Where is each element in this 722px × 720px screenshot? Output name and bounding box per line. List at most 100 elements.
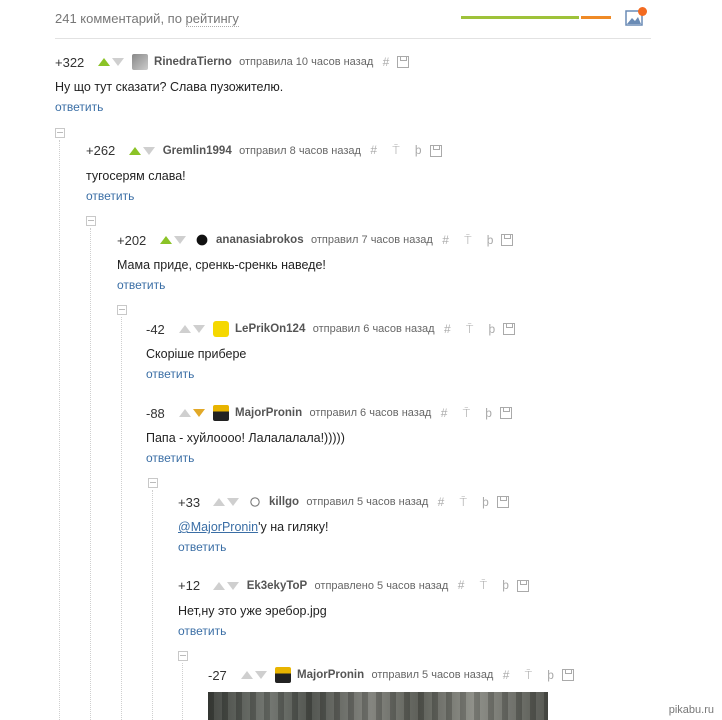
thread-line xyxy=(182,663,183,720)
comment-header: +262 Gremlin1994 отправил 8 часов назад … xyxy=(86,143,442,161)
comment: -88 MajorPronin отправил 6 часов назад #… xyxy=(146,405,512,465)
comment-text: тугосерям слава! xyxy=(86,169,186,183)
comment-author[interactable]: MajorPronin xyxy=(235,407,302,419)
vote-down-icon[interactable] xyxy=(193,325,206,333)
reply-link[interactable]: ответить xyxy=(178,624,529,638)
vote-up-icon[interactable] xyxy=(98,58,111,66)
save-icon[interactable] xyxy=(501,234,514,246)
comments-count-label: 241 комментарий, по xyxy=(55,11,186,26)
comment-image[interactable] xyxy=(208,692,548,720)
avatar[interactable] xyxy=(131,54,148,70)
reply-link[interactable]: ответить xyxy=(146,367,515,381)
comment-rating: +322 xyxy=(55,54,85,70)
comment-tools-icons[interactable]: # ⍑ ϸ xyxy=(503,668,560,683)
collapse-toggle[interactable] xyxy=(178,651,188,661)
comment-rating: -42 xyxy=(146,321,165,337)
comment-meta: отправил 8 часов назад xyxy=(239,144,361,157)
reply-link[interactable]: ответить xyxy=(178,540,509,554)
comment-tools-icons[interactable]: # ⍑ ϸ xyxy=(458,578,515,593)
save-icon[interactable] xyxy=(499,407,512,419)
comment-header: +12 Ek3ekyToP отправлено 5 часов назад #… xyxy=(178,578,529,596)
comment-author[interactable]: Gremlin1994 xyxy=(163,145,232,157)
vote-up-icon[interactable] xyxy=(241,671,254,679)
comment-tools-icons[interactable]: # ⍑ ϸ xyxy=(438,495,495,510)
comment-author[interactable]: LePrikOn124 xyxy=(235,323,305,335)
collapse-toggle[interactable] xyxy=(148,478,158,488)
reply-link[interactable]: ответить xyxy=(86,189,442,203)
vote-down-icon[interactable] xyxy=(227,498,240,506)
comments-count: 241 комментарий, по рейтингу xyxy=(55,11,239,27)
comment-link-icon[interactable]: # xyxy=(383,55,396,69)
comment: +33 killgo отправил 5 часов назад # ⍑ ϸ … xyxy=(178,494,509,554)
collapse-toggle[interactable] xyxy=(86,216,96,226)
comment: +262 Gremlin1994 отправил 8 часов назад … xyxy=(86,143,442,203)
vote-up-icon[interactable] xyxy=(213,498,226,506)
vote-up-icon[interactable] xyxy=(213,581,226,590)
avatar[interactable] xyxy=(246,494,263,510)
comment-tools-icons[interactable]: # ⍑ ϸ xyxy=(370,143,427,158)
comment: -42 LePrikOn124 отправил 6 часов назад #… xyxy=(146,321,516,381)
save-icon[interactable] xyxy=(561,669,574,681)
thread-line xyxy=(121,317,122,720)
comment-header: +202 ananasiabrokos отправил 7 часов наз… xyxy=(117,232,514,250)
comment-text: Мама приде, сренкь-сренкь наведе! xyxy=(117,258,326,272)
comment-author[interactable]: Ek3ekyToP xyxy=(247,580,308,592)
collapse-toggle[interactable] xyxy=(55,128,65,138)
collapse-toggle[interactable] xyxy=(117,305,127,315)
avatar[interactable] xyxy=(274,667,291,683)
vote-up-icon[interactable] xyxy=(179,409,192,417)
comment-author[interactable]: RinedraTierno xyxy=(154,56,232,68)
vote-up-icon[interactable] xyxy=(160,236,173,244)
comment-text-rest: 'у на гиляку! xyxy=(258,520,329,534)
vote-up-icon[interactable] xyxy=(129,146,142,155)
comments-header: 241 комментарий, по рейтингу xyxy=(55,7,651,39)
avatar[interactable] xyxy=(212,321,229,337)
avatar[interactable] xyxy=(212,405,229,421)
comment-meta: отправлено 5 часов назад xyxy=(314,579,449,592)
thread-line xyxy=(152,490,153,720)
comment-tools-icons[interactable]: # ⍑ ϸ xyxy=(442,233,499,248)
comment-author[interactable]: MajorPronin xyxy=(297,669,364,681)
save-icon[interactable] xyxy=(429,144,442,157)
vote-up-icon[interactable] xyxy=(179,325,192,333)
comment-header: +33 killgo отправил 5 часов назад # ⍑ ϸ xyxy=(178,494,509,512)
vote-down-icon[interactable] xyxy=(143,146,156,155)
sort-by-rating-link[interactable]: рейтингу xyxy=(185,11,239,27)
reply-link[interactable]: ответить xyxy=(146,451,512,465)
user-mention-link[interactable]: @MajorPronin xyxy=(178,520,258,534)
vote-down-icon[interactable] xyxy=(174,236,187,244)
comment-text: Папа - хуйлоооо! Лалалалала!))))) xyxy=(146,431,345,445)
rating-bar-negative xyxy=(581,16,611,19)
rating-bar-positive xyxy=(461,16,579,19)
vote-down-icon[interactable] xyxy=(255,671,268,679)
comment-rating: -88 xyxy=(146,405,165,421)
comment-author[interactable]: killgo xyxy=(269,496,299,508)
comment-header: -42 LePrikOn124 отправил 6 часов назад #… xyxy=(146,321,516,339)
vote-down-icon[interactable] xyxy=(112,58,125,66)
comment: -27 MajorPronin отправил 5 часов назад #… xyxy=(208,667,574,685)
comment-meta: отправил 7 часов назад xyxy=(310,234,433,246)
vote-down-icon[interactable] xyxy=(193,409,206,417)
comment-text: Нет,ну это уже эребор.jpg xyxy=(178,604,327,618)
comment-meta: отправил 5 часов назад xyxy=(306,496,429,508)
vote-down-icon[interactable] xyxy=(227,581,240,590)
save-icon[interactable] xyxy=(496,496,509,508)
comment-author[interactable]: ananasiabrokos xyxy=(216,234,304,246)
save-icon[interactable] xyxy=(503,323,516,335)
reply-link[interactable]: ответить xyxy=(55,100,409,114)
save-icon[interactable] xyxy=(397,56,410,68)
comment-rating: -27 xyxy=(208,667,227,683)
comment-rating: +33 xyxy=(178,494,201,510)
avatar[interactable] xyxy=(193,232,210,248)
thread-line xyxy=(59,140,60,720)
comment-header: -88 MajorPronin отправил 6 часов назад #… xyxy=(146,405,512,423)
comment-text: Скоріше прибере xyxy=(146,347,247,361)
comment: +12 Ek3ekyToP отправлено 5 часов назад #… xyxy=(178,578,529,638)
thread-line xyxy=(90,228,91,720)
reply-link[interactable]: ответить xyxy=(117,278,513,292)
save-icon[interactable] xyxy=(516,579,529,592)
comment: +202 ananasiabrokos отправил 7 часов наз… xyxy=(117,232,514,292)
comment-meta: отправила 10 часов назад xyxy=(239,56,374,68)
comment-tools-icons[interactable]: # ⍑ ϸ xyxy=(444,322,501,337)
comment-tools-icons[interactable]: # ⍑ ϸ xyxy=(441,406,498,421)
